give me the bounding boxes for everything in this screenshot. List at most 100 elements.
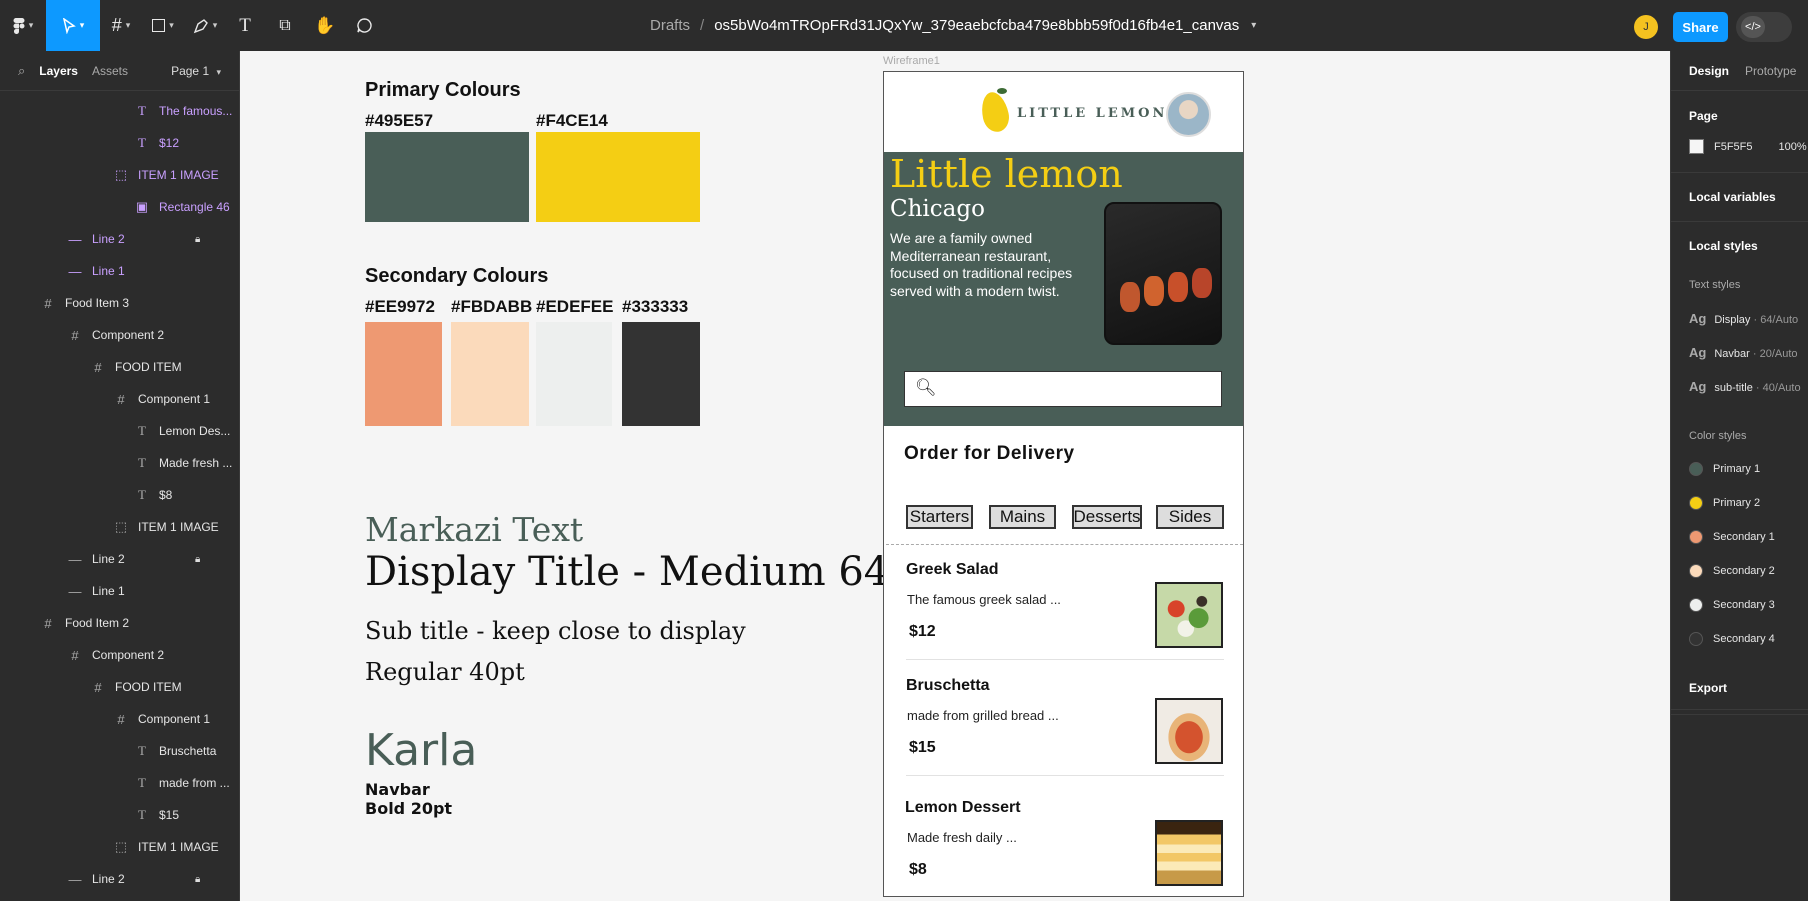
page-color-row[interactable]: F5F5F5 100% bbox=[1689, 139, 1807, 155]
layer-item[interactable]: # Component 2 bbox=[0, 639, 239, 671]
layer-item[interactable]: T $8 bbox=[0, 479, 239, 511]
layer-item[interactable]: T $15 bbox=[0, 799, 239, 831]
item-divider bbox=[906, 659, 1224, 660]
hand-tool-button[interactable]: ✋ bbox=[306, 0, 344, 51]
display-title-sample: Display Title - Medium 64pt bbox=[365, 549, 931, 595]
frame-tool-button[interactable]: # ▾ bbox=[100, 0, 142, 51]
layer-item-label: Line 2 bbox=[92, 872, 125, 886]
layer-item[interactable]: # Component 1 bbox=[0, 383, 239, 415]
layer-item[interactable]: # Component 2 bbox=[0, 319, 239, 351]
font-name-karla: Karla bbox=[365, 725, 478, 776]
primary-colours-heading: Primary Colours bbox=[365, 79, 521, 101]
wireframe-frame[interactable]: LITTLE LEMON Little lemon Chicago We are… bbox=[883, 71, 1244, 897]
layer-item[interactable]: — Line 1 bbox=[0, 575, 239, 607]
shape-tool-button[interactable]: ▾ bbox=[142, 0, 184, 51]
share-button[interactable]: Share bbox=[1673, 12, 1728, 42]
tab-mains[interactable]: Mains bbox=[989, 505, 1056, 529]
color-style-item[interactable]: Secondary 4 bbox=[1689, 631, 1775, 646]
color-style-name: Primary 2 bbox=[1713, 497, 1761, 509]
frame-label[interactable]: Wireframe1 bbox=[883, 55, 940, 67]
layer-item[interactable]: T Bruschetta bbox=[0, 735, 239, 767]
lock-icon[interactable]: 🔒︎ bbox=[195, 234, 200, 245]
divider bbox=[1671, 714, 1808, 715]
text-style-item[interactable]: Ag Navbar · 20/Auto bbox=[1689, 345, 1798, 360]
tab-starters[interactable]: Starters bbox=[906, 505, 973, 529]
text-layer-icon: T bbox=[138, 807, 146, 822]
export-section[interactable]: Export bbox=[1689, 681, 1727, 695]
text-style-icon: Ag bbox=[1689, 379, 1707, 394]
text-style-item[interactable]: Ag sub-title · 40/Auto bbox=[1689, 379, 1801, 394]
layers-panel: ⌕ Layers Assets Page 1 ▾ T The famous... T… bbox=[0, 51, 240, 901]
tab-layers[interactable]: Layers bbox=[39, 64, 78, 78]
layer-item[interactable]: # Component 1 bbox=[0, 703, 239, 735]
comment-tool-button[interactable] bbox=[344, 0, 384, 51]
text-style-item[interactable]: Ag Display · 64/Auto bbox=[1689, 311, 1798, 326]
layer-item[interactable]: T Made fresh ... bbox=[0, 447, 239, 479]
breadcrumb-drafts[interactable]: Drafts bbox=[650, 17, 690, 34]
layer-item[interactable]: T The famous... bbox=[0, 95, 239, 127]
line-layer-icon: — bbox=[68, 263, 82, 279]
layer-item[interactable]: — Line 1 bbox=[0, 255, 239, 287]
layer-item[interactable]: # Food Item 2 bbox=[0, 607, 239, 639]
pen-tool-button[interactable]: ▾ bbox=[184, 0, 226, 51]
primary-color-hex-1: #495E57 bbox=[365, 111, 434, 130]
search-icon: 🔍︎ bbox=[915, 378, 937, 397]
text-tool-button[interactable]: T bbox=[226, 0, 264, 51]
breadcrumb-separator: / bbox=[700, 17, 705, 34]
profile-avatar[interactable] bbox=[1166, 92, 1211, 137]
primary-swatch-2 bbox=[536, 132, 700, 222]
page-selector[interactable]: Page 1 ▾ bbox=[171, 64, 221, 78]
avatar[interactable]: J bbox=[1634, 15, 1658, 39]
local-variables-link[interactable]: Local variables bbox=[1689, 190, 1776, 204]
page-opacity-value[interactable]: 100% bbox=[1779, 141, 1807, 153]
layer-item[interactable]: T Lemon Des... bbox=[0, 415, 239, 447]
layer-item[interactable]: # FOOD ITEM bbox=[0, 671, 239, 703]
hand-tool-icon: ✋ bbox=[314, 15, 336, 35]
main-menu-button[interactable]: ▾ bbox=[0, 0, 46, 51]
move-tool-button[interactable]: ▾ bbox=[46, 0, 100, 51]
tab-desserts[interactable]: Desserts bbox=[1072, 505, 1142, 529]
item-divider bbox=[906, 775, 1224, 776]
color-style-name: Secondary 1 bbox=[1713, 531, 1775, 543]
resources-icon: ⧉ bbox=[279, 16, 291, 34]
search-input[interactable]: 🔍︎ bbox=[904, 371, 1222, 407]
lemon-logo-icon bbox=[978, 89, 1012, 135]
lock-icon[interactable]: 🔒︎ bbox=[195, 874, 200, 885]
layer-item[interactable]: — Line 2 🔒︎ bbox=[0, 223, 239, 255]
layer-item[interactable]: # FOOD ITEM bbox=[0, 351, 239, 383]
page-color-swatch[interactable] bbox=[1689, 139, 1704, 155]
file-name[interactable]: os5bWo4mTROpFRd31JQxYw_379eaebcfcba479e8… bbox=[714, 17, 1239, 34]
layer-item[interactable]: Tmade from ... bbox=[0, 767, 239, 799]
color-style-item[interactable]: Primary 1 bbox=[1689, 461, 1760, 476]
color-style-item[interactable]: Primary 2 bbox=[1689, 495, 1760, 510]
layer-item[interactable]: ⬚ ITEM 1 IMAGE bbox=[0, 831, 239, 863]
search-icon[interactable]: ⌕ bbox=[18, 63, 25, 79]
color-style-item[interactable]: Secondary 2 bbox=[1689, 563, 1775, 578]
color-style-item[interactable]: Secondary 1 bbox=[1689, 529, 1775, 544]
text-style-name: Navbar bbox=[1714, 348, 1750, 360]
layer-item[interactable]: — Line 2 🔒︎ bbox=[0, 863, 239, 895]
layer-item[interactable]: — Line 2 🔒︎ bbox=[0, 543, 239, 575]
dev-mode-toggle[interactable]: </> bbox=[1736, 12, 1792, 42]
color-style-name: Secondary 3 bbox=[1713, 599, 1775, 611]
frame-layer-icon: # bbox=[44, 615, 52, 631]
frame-layer-icon: # bbox=[71, 327, 79, 343]
tab-prototype[interactable]: Prototype bbox=[1745, 64, 1796, 78]
layer-item-label: $15 bbox=[159, 808, 180, 822]
lock-icon[interactable]: 🔒︎ bbox=[195, 554, 200, 565]
layer-item[interactable]: # Food Item 3 bbox=[0, 287, 239, 319]
tab-sides[interactable]: Sides bbox=[1156, 505, 1224, 529]
resources-button[interactable]: ⧉ bbox=[264, 0, 306, 51]
layer-item[interactable]: T $12 bbox=[0, 127, 239, 159]
layer-item[interactable]: ⬚ ITEM 1 IMAGE bbox=[0, 159, 239, 191]
chevron-down-icon[interactable]: ▾ bbox=[1251, 20, 1256, 31]
tab-design[interactable]: Design bbox=[1689, 64, 1729, 78]
layer-item[interactable]: ⬚ ITEM 1 IMAGE bbox=[0, 511, 239, 543]
page-color-value[interactable]: F5F5F5 bbox=[1714, 141, 1753, 153]
layer-item-label: The famous... bbox=[159, 104, 233, 118]
tab-assets[interactable]: Assets bbox=[92, 64, 128, 78]
hero-description: We are a family owned Mediterranean rest… bbox=[890, 230, 1073, 299]
color-style-item[interactable]: Secondary 3 bbox=[1689, 597, 1775, 612]
canvas[interactable]: Primary Colours #495E57 #F4CE14 Secondar… bbox=[241, 51, 1670, 901]
layer-item[interactable]: ▣ Rectangle 46 bbox=[0, 191, 239, 223]
